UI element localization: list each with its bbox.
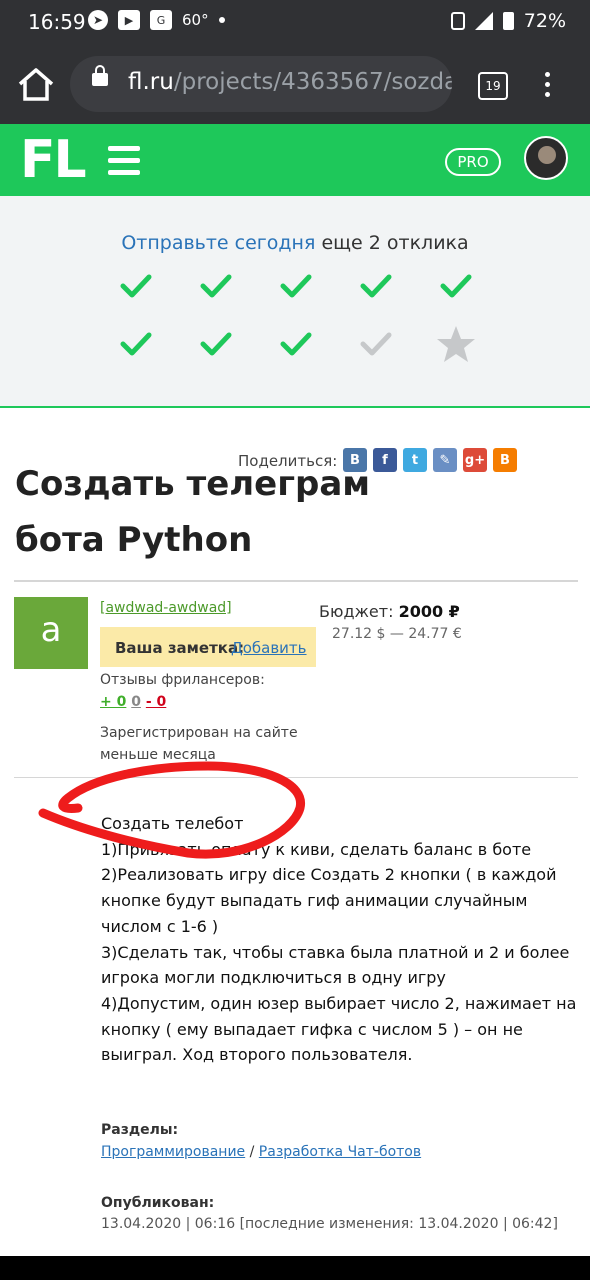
signal-icon (474, 12, 493, 30)
sections-label: Разделы: (101, 1122, 179, 1138)
note-box: Ваша заметка: Добавить (100, 627, 316, 667)
budget-value: 2000 ₽ (398, 602, 460, 621)
check-icon (436, 266, 476, 306)
budget-label: Бюджет: (319, 602, 394, 621)
neutral-reviews-link[interactable]: 0 (131, 694, 141, 710)
status-bar: 16:59 ➤ ▶ G 60° 72% (0, 0, 590, 44)
status-time: 16:59 (28, 10, 86, 34)
check-icon (196, 324, 236, 364)
add-note-link[interactable]: Добавить (231, 639, 307, 657)
site-header: FL PRO (0, 124, 590, 196)
published-label: Опубликован: (101, 1195, 215, 1211)
quota-row-1 (116, 266, 476, 306)
check-icon (116, 324, 156, 364)
lock-icon (92, 65, 108, 86)
positive-reviews-link[interactable]: + 0 (100, 694, 126, 710)
telegram-icon: ➤ (88, 10, 108, 30)
browser-toolbar: fl.ru/projects/4363567/sozdat 19 (0, 44, 590, 124)
section-separator: / (249, 1144, 255, 1160)
url-path: /projects/4363567/sozdat (173, 69, 452, 95)
status-notification-icons: ➤ ▶ G 60° (88, 10, 225, 30)
send-today-link[interactable]: Отправьте сегодня (121, 232, 315, 254)
response-quota-text: Отправьте сегодня еще 2 отклика (0, 232, 590, 254)
response-quota-box: Отправьте сегодня еще 2 отклика (0, 196, 590, 408)
notification-dot-icon (218, 17, 225, 23)
star-icon (436, 324, 476, 364)
customer-avatar[interactable]: a (14, 597, 88, 669)
blogger-share-icon[interactable]: B (493, 448, 517, 472)
url-field[interactable]: fl.ru/projects/4363567/sozdat (70, 56, 452, 112)
pro-badge-button[interactable]: PRO (445, 148, 501, 176)
fl-logo[interactable]: FL (20, 130, 87, 190)
remaining-responses-text: еще 2 отклика (321, 232, 469, 254)
check-icon (116, 266, 156, 306)
battery-percent: 72% (523, 10, 566, 32)
check-icon (356, 266, 396, 306)
check-icon (196, 266, 236, 306)
url-text: fl.ru/projects/4363567/sozdat (128, 69, 452, 95)
reviews-label: Отзывы фрилансеров: (100, 672, 265, 688)
translate-icon: G (150, 10, 172, 30)
youtube-icon: ▶ (118, 10, 140, 30)
review-counts: + 0 0 - 0 (100, 694, 166, 710)
status-temperature: 60° (182, 11, 209, 29)
budget: Бюджет: 2000 ₽ (319, 602, 460, 621)
livejournal-share-icon[interactable]: ✎ (433, 448, 457, 472)
google-plus-share-icon[interactable]: g+ (463, 448, 487, 472)
vibrate-icon (450, 12, 465, 30)
divider (14, 580, 578, 582)
customer-username-link[interactable]: [awdwad-awdwad] (100, 600, 232, 616)
section-chatbots-link[interactable]: Разработка Чат-ботов (259, 1144, 421, 1160)
home-icon[interactable] (16, 66, 56, 102)
user-avatar[interactable] (524, 136, 568, 180)
section-programming-link[interactable]: Программирование (101, 1144, 245, 1160)
url-domain: fl.ru (128, 69, 174, 95)
sections-links: Программирование / Разработка Чат-ботов (101, 1144, 421, 1160)
system-nav-bar (0, 1256, 590, 1280)
project-title: Создать телеграм бота Python (15, 464, 371, 560)
description-line: 2)Реализовать игру dice Создать 2 кнопки… (101, 865, 557, 936)
red-scribble-annotation (38, 761, 305, 859)
check-grey-icon (356, 324, 396, 364)
check-icon (276, 324, 316, 364)
quota-row-2 (116, 324, 476, 364)
published-value: 13.04.2020 | 06:16 [последние изменения:… (101, 1216, 558, 1232)
description-line: 3)Сделать так, чтобы ставка была платной… (101, 942, 570, 988)
browser-menu-icon[interactable] (545, 72, 551, 102)
status-system-icons: 72% (450, 10, 566, 32)
check-icon (276, 266, 316, 306)
battery-icon (502, 12, 514, 30)
negative-reviews-link[interactable]: - 0 (146, 694, 166, 710)
note-label: Ваша заметка: (115, 639, 245, 657)
description-line: 4)Допустим, один юзер выбирает число 2, … (101, 993, 577, 1065)
budget-conversion: 27.12 $ — 24.77 € (332, 626, 462, 642)
hamburger-menu-icon[interactable] (108, 146, 140, 182)
tab-switcher-button[interactable]: 19 (478, 72, 508, 100)
